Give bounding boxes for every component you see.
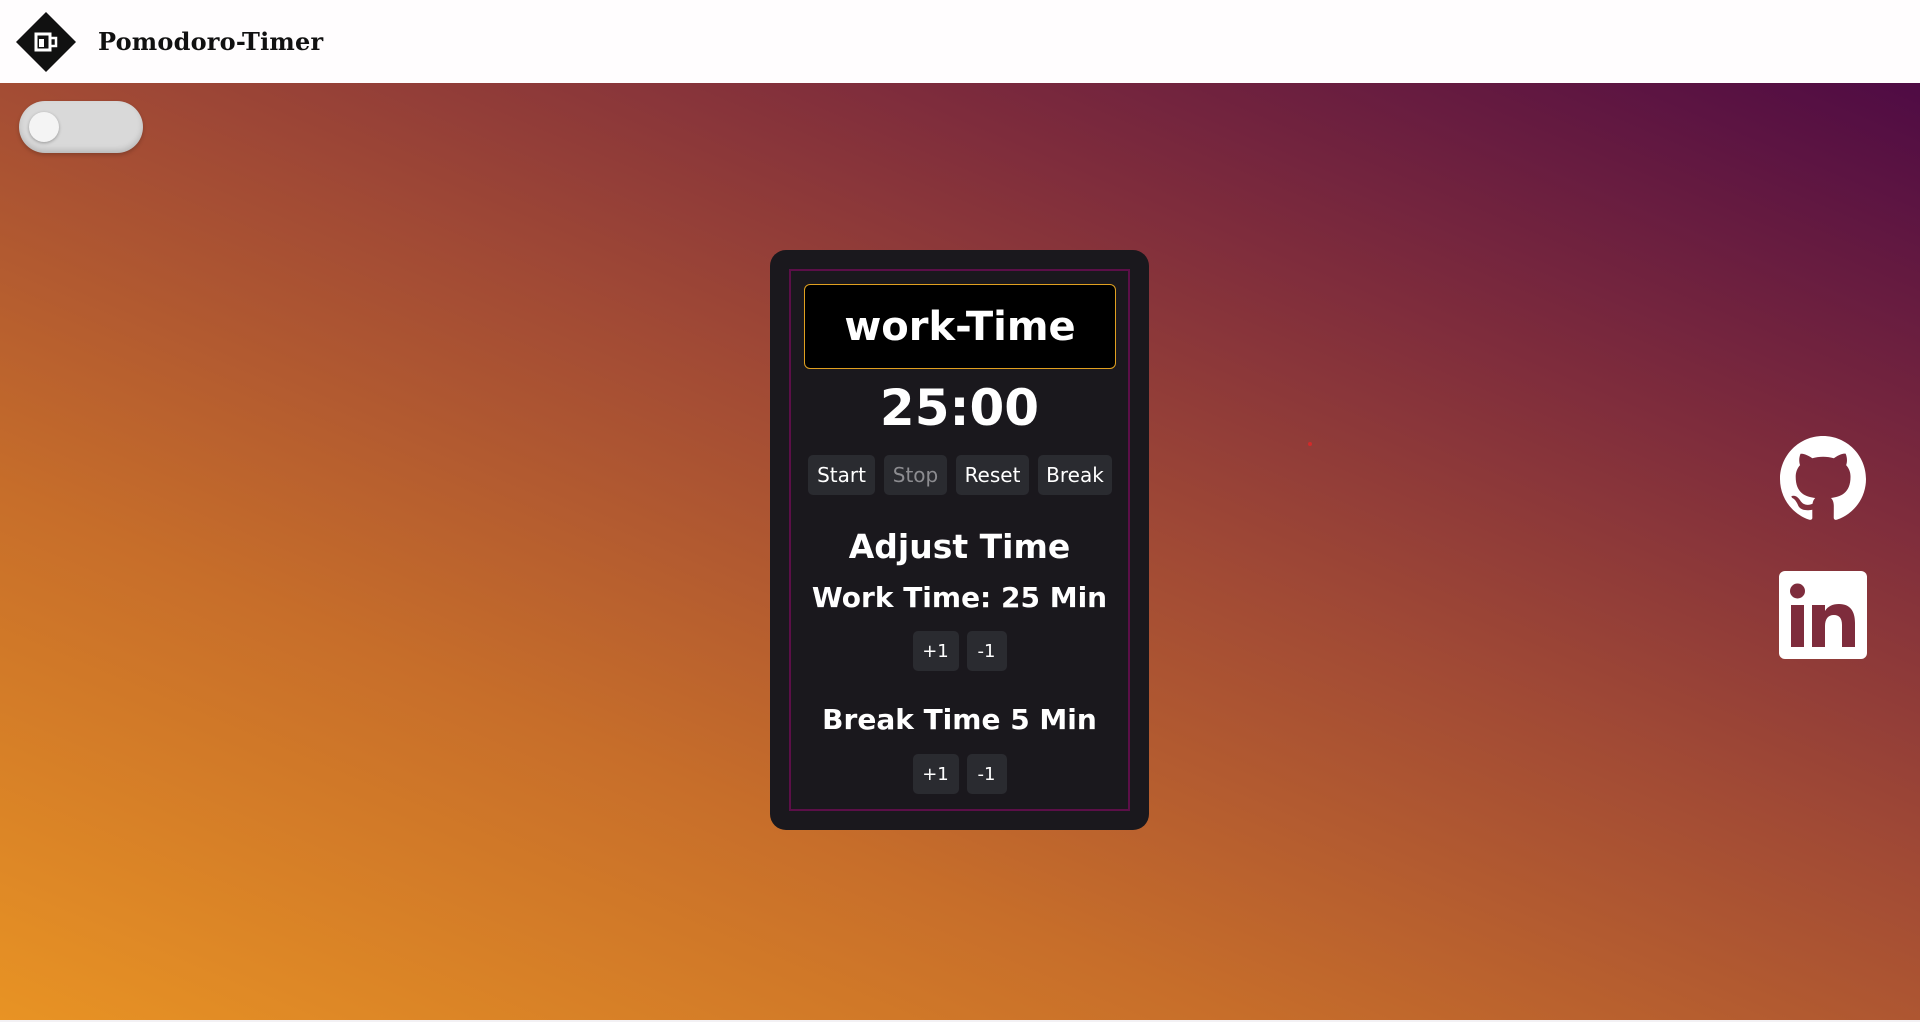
work-time-label: Work Time: 25 Min (811, 581, 1108, 614)
timer-card: work-Time 25:00 Start Stop Reset Break A… (770, 250, 1149, 830)
theme-toggle[interactable] (19, 101, 143, 153)
reset-button[interactable]: Reset (956, 455, 1029, 495)
break-time-stepper: +1 -1 (791, 754, 1128, 794)
break-decrement-button[interactable]: -1 (966, 754, 1007, 794)
break-increment-button[interactable]: +1 (912, 754, 959, 794)
linkedin-link[interactable] (1777, 571, 1869, 659)
timer-controls: Start Stop Reset Break (808, 455, 1112, 495)
adjust-time-title: Adjust Time (848, 527, 1071, 566)
toggle-knob (29, 112, 59, 142)
timer-display: 25:00 (879, 379, 1040, 437)
break-time-label: Break Time 5 Min (822, 703, 1097, 736)
github-icon (1780, 436, 1866, 520)
start-button[interactable]: Start (808, 455, 875, 495)
stop-button[interactable]: Stop (884, 455, 947, 495)
work-increment-button[interactable]: +1 (912, 631, 959, 671)
work-decrement-button[interactable]: -1 (966, 631, 1007, 671)
github-link[interactable] (1777, 435, 1869, 523)
work-time-stepper: +1 -1 (791, 631, 1128, 671)
mode-label: work-Time (804, 284, 1116, 369)
cursor-dot (1308, 442, 1312, 446)
app-title: Pomodoro-Timer (98, 27, 324, 56)
coffee-cup-diamond-icon[interactable] (14, 10, 78, 74)
timer-card-inner: work-Time 25:00 Start Stop Reset Break A… (789, 269, 1130, 811)
linkedin-icon (1779, 571, 1867, 659)
main-stage: work-Time 25:00 Start Stop Reset Break A… (0, 83, 1920, 1020)
app-header: Pomodoro-Timer (0, 0, 1920, 83)
break-button[interactable]: Break (1038, 455, 1112, 495)
